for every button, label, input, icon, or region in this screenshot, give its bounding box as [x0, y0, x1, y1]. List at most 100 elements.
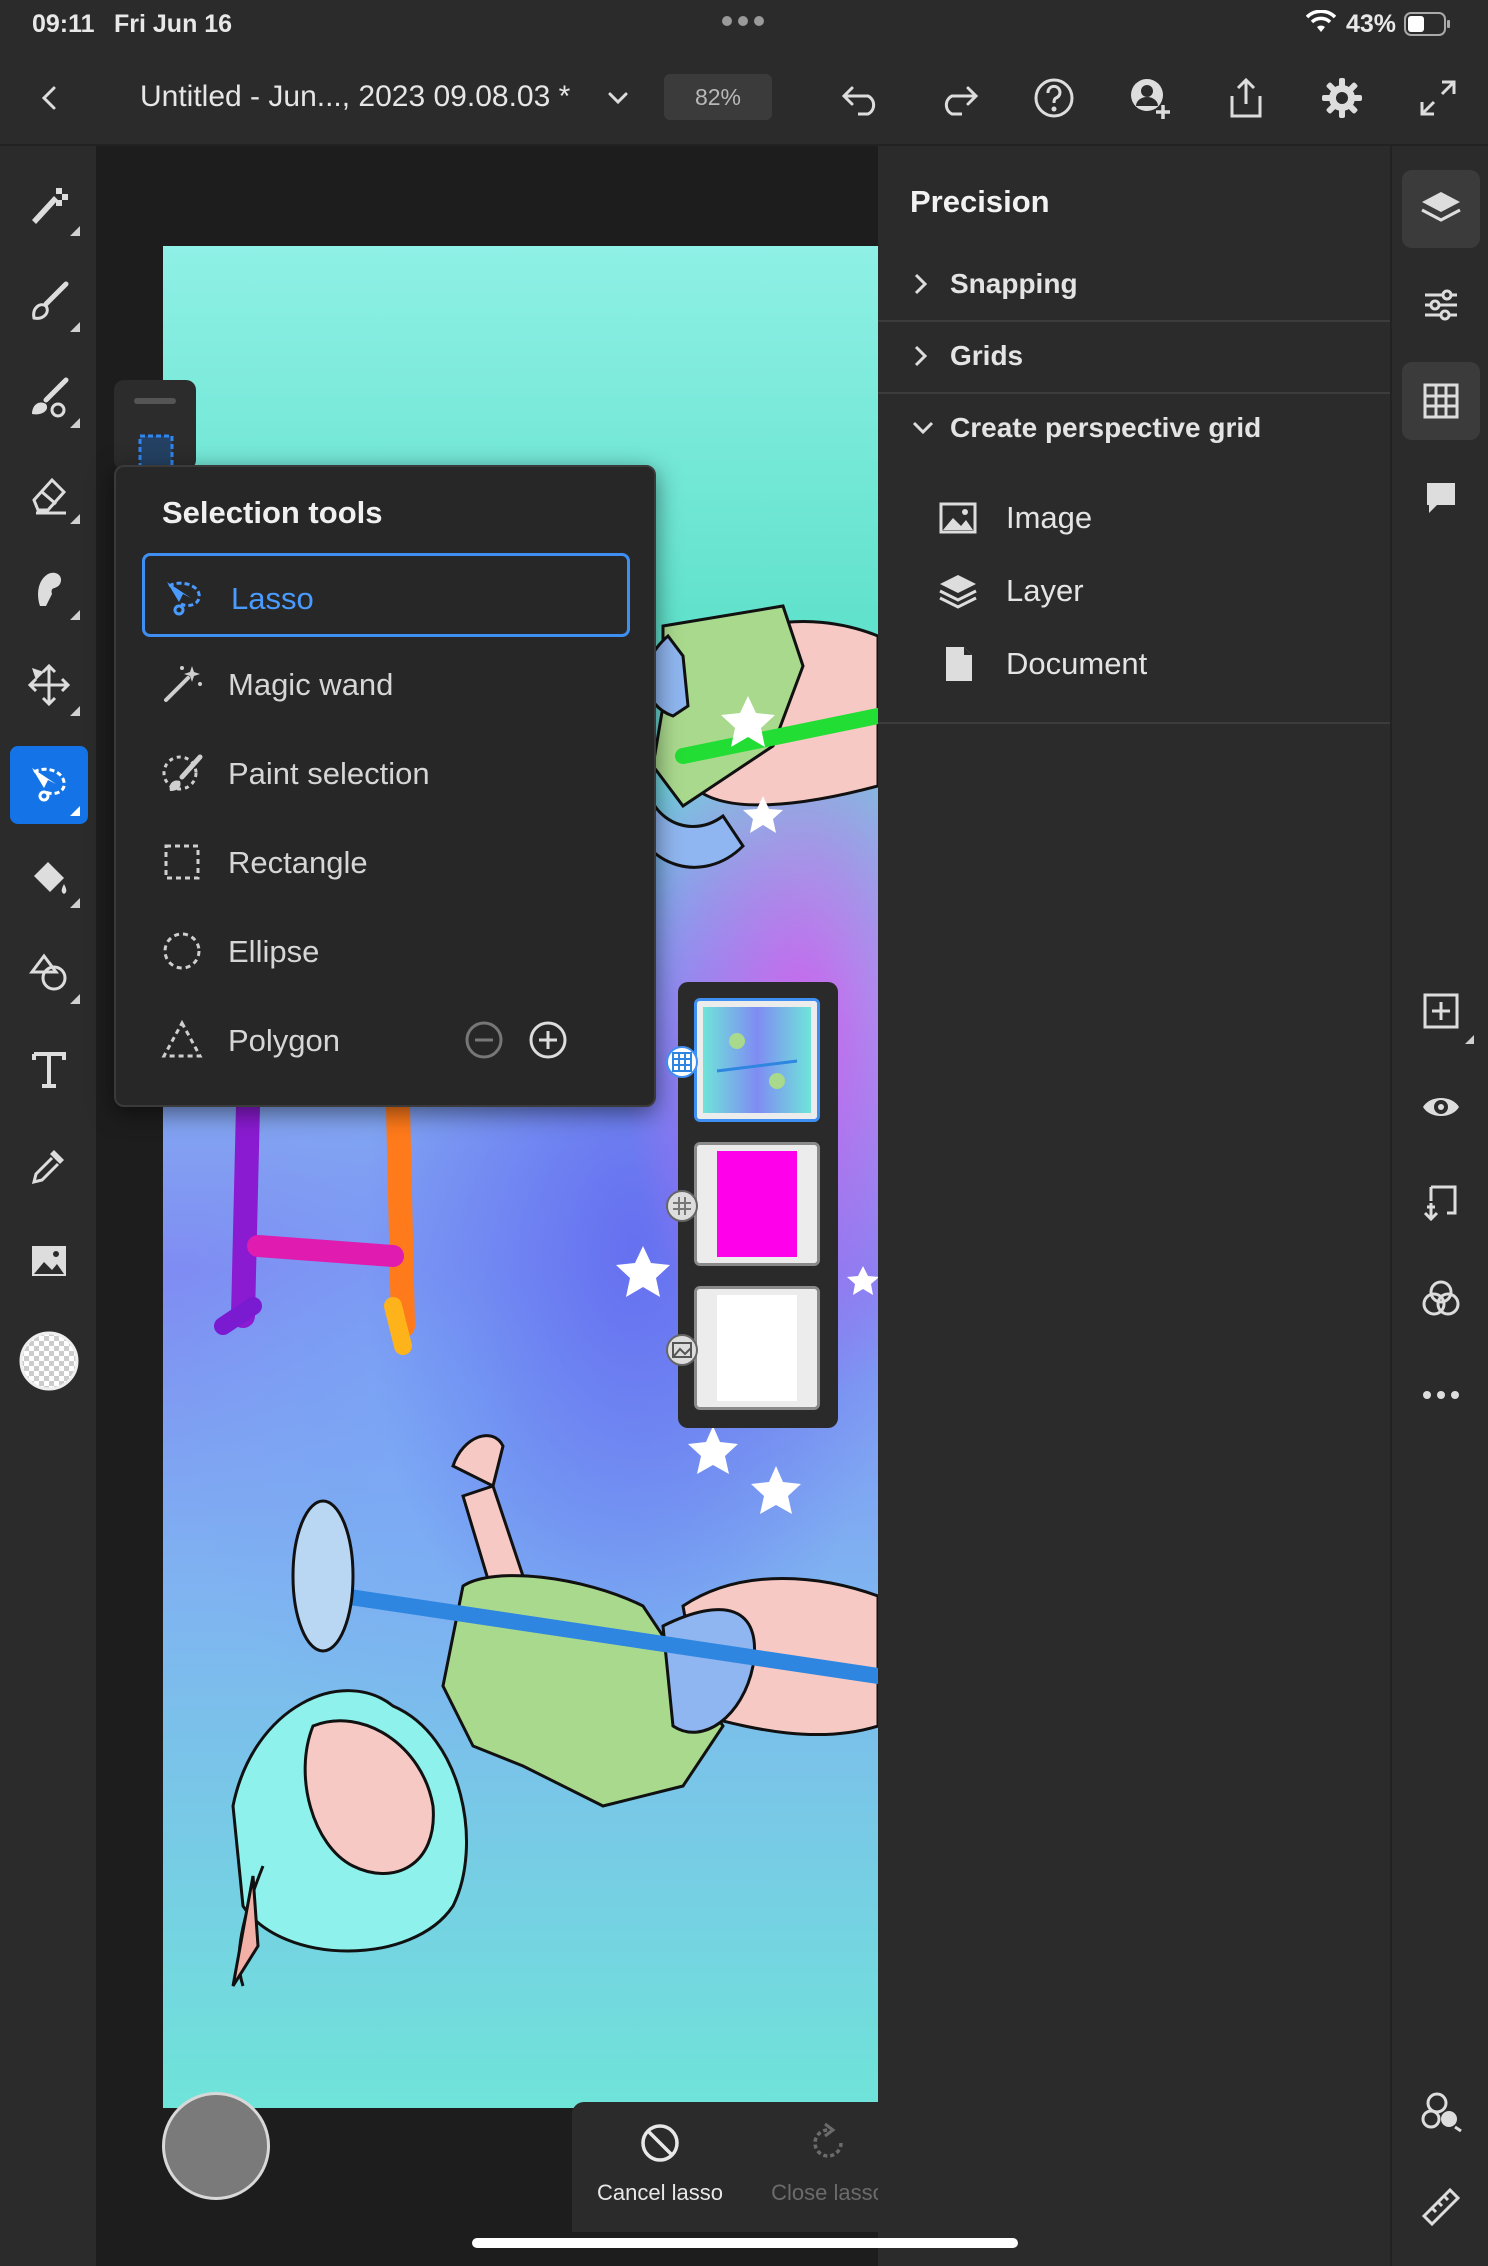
eraser-tool[interactable]: [10, 454, 88, 532]
status-time: 09:11: [32, 10, 95, 38]
comments-panel-button[interactable]: [1402, 458, 1480, 536]
image-badge-icon[interactable]: [666, 1334, 698, 1366]
zoom-level[interactable]: 82%: [664, 74, 772, 120]
document-icon: [946, 647, 972, 681]
fullscreen-icon[interactable]: [1410, 70, 1466, 126]
status-bar: 09:11 Fri Jun 16 43%: [0, 0, 1488, 48]
panel-grip[interactable]: [134, 398, 176, 404]
selection-option-label: Polygon: [228, 1023, 341, 1058]
option-label: Image: [1006, 500, 1093, 535]
selection-rectangle-option[interactable]: Rectangle: [142, 820, 630, 904]
undo-icon[interactable]: [834, 70, 890, 126]
status-date: Fri Jun 16: [114, 10, 233, 38]
polygon-sides-decrease-button[interactable]: [462, 1018, 506, 1062]
merge-down-button[interactable]: [1402, 1164, 1480, 1242]
selection-paint-option[interactable]: Paint selection: [142, 731, 630, 815]
battery-percent: 43%: [1346, 10, 1397, 38]
selection-magic-wand-option[interactable]: Magic wand: [142, 642, 630, 726]
layer-thumbnail-artwork[interactable]: [694, 998, 820, 1122]
ruler-icon: [1421, 2187, 1461, 2227]
blend-icon: [1422, 1280, 1460, 1316]
illustration-lower-figure: [231, 1434, 878, 1987]
document-title[interactable]: Untitled - Jun..., 2023 09.08.03 *: [140, 80, 570, 114]
selection-ellipse-option[interactable]: Ellipse: [142, 909, 630, 993]
rectangle-select-icon: [164, 844, 200, 880]
chevron-right-icon: [914, 345, 928, 367]
polygon-sides-increase-button[interactable]: [526, 1018, 570, 1062]
flyout-title: Selection tools: [162, 495, 383, 530]
selection-tools-flyout: Selection tools Lasso Magic wand Paint s…: [114, 465, 656, 1107]
mixer-brush-tool[interactable]: [10, 358, 88, 436]
grid-badge-icon[interactable]: [666, 1190, 698, 1222]
precision-panel: Precision Snapping Grids Create perspect…: [878, 146, 1390, 2266]
lasso-icon: [167, 581, 201, 616]
option-label: Layer: [1006, 573, 1084, 608]
layers-icon: [939, 575, 977, 609]
settings-gear-icon[interactable]: [1314, 70, 1370, 126]
multitasking-dots-icon[interactable]: [720, 14, 766, 28]
perspective-grid-icon[interactable]: [666, 1046, 698, 1078]
home-indicator[interactable]: [472, 2238, 1018, 2248]
visibility-button[interactable]: [1402, 1068, 1480, 1146]
selection-option-label: Paint selection: [228, 756, 430, 791]
eyedropper-tool[interactable]: [10, 1126, 88, 1204]
redo-icon[interactable]: [930, 70, 986, 126]
right-panel-rail: [1390, 146, 1488, 2266]
ellipse-select-icon: [163, 932, 201, 970]
snapping-section[interactable]: Snapping: [878, 249, 1390, 319]
type-tool[interactable]: [10, 1030, 88, 1108]
perspective-image-option[interactable]: Image: [938, 486, 1358, 550]
cancel-lasso-label: Cancel lasso: [597, 2180, 723, 2205]
divider: [878, 722, 1390, 724]
section-label: Create perspective grid: [950, 412, 1262, 443]
layer-thumbnail-background[interactable]: [694, 1286, 820, 1410]
chevron-down-icon[interactable]: [590, 70, 646, 126]
panel-title: Precision: [910, 184, 1050, 219]
sliders-icon: [1425, 289, 1457, 321]
place-image-tool[interactable]: [10, 1222, 88, 1300]
paint-brush-tool[interactable]: [10, 262, 88, 340]
touch-shortcut-toggle[interactable]: [1402, 2072, 1480, 2150]
selection-option-label: Ellipse: [228, 934, 320, 969]
perspective-layer-option[interactable]: Layer: [938, 559, 1358, 623]
smudge-tool[interactable]: [10, 550, 88, 628]
magic-wand-icon: [164, 666, 202, 702]
ruler-button[interactable]: [1402, 2168, 1480, 2246]
invite-user-icon[interactable]: [1122, 70, 1178, 126]
selection-lasso-option[interactable]: Lasso: [142, 553, 630, 637]
help-icon[interactable]: [1026, 70, 1082, 126]
cancel-lasso-button[interactable]: Cancel lasso: [580, 2122, 740, 2206]
color-swatch[interactable]: [10, 1322, 88, 1400]
layers-mini-panel: [666, 982, 838, 1428]
illustration-block-letter: [214, 1094, 415, 1355]
precision-panel-button[interactable]: [1402, 362, 1480, 440]
adjustments-panel-button[interactable]: [1402, 266, 1480, 344]
back-button[interactable]: [22, 70, 78, 126]
pixel-brush-tool[interactable]: [10, 166, 88, 244]
selection-option-label: Lasso: [231, 581, 314, 616]
add-icon: [1423, 993, 1459, 1029]
selection-tool[interactable]: [10, 746, 88, 824]
touch-shortcut-button[interactable]: [162, 2092, 270, 2200]
add-layer-button[interactable]: [1402, 972, 1480, 1050]
image-icon: [939, 502, 977, 534]
share-icon[interactable]: [1218, 70, 1274, 126]
fill-tool[interactable]: [10, 838, 88, 916]
layers-panel-button[interactable]: [1402, 170, 1480, 248]
grids-section[interactable]: Grids: [878, 321, 1390, 391]
move-tool[interactable]: [10, 646, 88, 724]
more-options-button[interactable]: [1402, 1356, 1480, 1434]
perspective-document-option[interactable]: Document: [938, 632, 1358, 696]
selection-polygon-option[interactable]: Polygon: [142, 998, 630, 1082]
comment-icon: [1427, 483, 1455, 513]
blend-mode-button[interactable]: [1402, 1260, 1480, 1338]
chevron-down-icon: [912, 421, 934, 435]
merge-icon: [1423, 1185, 1457, 1222]
eye-icon: [1423, 1098, 1459, 1116]
more-icon: [1423, 1391, 1459, 1399]
selection-option-label: Magic wand: [228, 667, 394, 702]
perspective-grid-section[interactable]: Create perspective grid: [878, 393, 1390, 463]
left-tool-rail: [0, 146, 96, 2266]
shapes-tool[interactable]: [10, 934, 88, 1012]
layer-thumbnail-magenta[interactable]: [694, 1142, 820, 1266]
